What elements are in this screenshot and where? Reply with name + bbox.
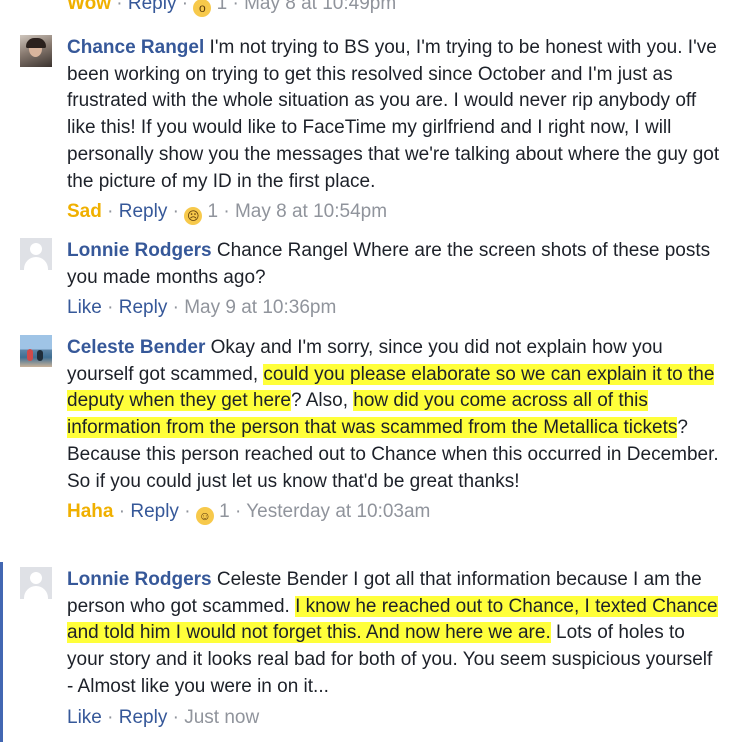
comment-actions: Like · Reply · May 9 at 10:36pm (67, 297, 337, 319)
reply-link[interactable]: Reply (119, 201, 168, 222)
reaction-count: 1 (216, 0, 228, 14)
timestamp[interactable]: May 8 at 10:49pm (244, 0, 396, 14)
reply-link[interactable]: Reply (119, 297, 168, 318)
comment-author[interactable]: Celeste Bender (67, 337, 205, 358)
reaction-count: 1 (207, 201, 219, 223)
reply-link[interactable]: Reply (130, 501, 179, 522)
comment-text: ? Also, (290, 390, 354, 412)
timestamp[interactable]: May 9 at 10:36pm (184, 297, 336, 318)
comment: Lonnie Rodgers Chance Rangel Where are t… (20, 238, 720, 321)
new-comment-indicator (0, 562, 3, 742)
haha-emoji-icon: ☺ (195, 507, 214, 526)
comment-body: Lonnie Rodgers Chance Rangel Where are t… (67, 238, 720, 291)
avatar[interactable] (20, 335, 52, 367)
comment-author[interactable]: Chance Rangel (67, 37, 204, 58)
comment-body: Chance Rangel I'm not trying to BS you, … (67, 35, 720, 195)
wow-emoji-icon: o (193, 0, 212, 17)
reaction-count: 1 (219, 501, 230, 523)
comment-author[interactable]: Lonnie Rodgers (67, 569, 212, 590)
comment-actions: Haha · Reply · ☺ 1 · Yesterday at 10:03a… (67, 501, 431, 526)
reply-link[interactable]: Reply (128, 0, 177, 14)
comment-actions: Sad · Reply · ☹ 1 · May 8 at 10:54pm (67, 201, 388, 226)
avatar[interactable] (20, 567, 52, 599)
comment: Celeste Bender Okay and I'm sorry, since… (20, 335, 720, 526)
comment-body: Lonnie Rodgers Celeste Bender I got all … (67, 567, 720, 701)
comment-actions-partial: Wow · Reply · o 1 · May 8 at 10:49pm (67, 0, 396, 17)
timestamp[interactable]: Yesterday at 10:03am (246, 501, 430, 522)
comment-text: I'm not trying to BS you, I'm trying to … (67, 37, 720, 192)
comment-body: Celeste Bender Okay and I'm sorry, since… (67, 335, 720, 495)
comment-actions: Like · Reply · Just now (67, 706, 260, 728)
reaction-wow[interactable]: Wow (67, 0, 111, 14)
reaction-sad[interactable]: Sad (67, 201, 102, 222)
timestamp[interactable]: May 8 at 10:54pm (235, 201, 387, 222)
reaction-haha[interactable]: Haha (67, 501, 113, 522)
comment: Lonnie Rodgers Celeste Bender I got all … (20, 567, 720, 731)
comment: Chance Rangel I'm not trying to BS you, … (20, 35, 720, 226)
avatar[interactable] (20, 238, 52, 270)
sad-emoji-icon: ☹ (184, 207, 203, 226)
avatar[interactable] (20, 35, 52, 67)
reply-link[interactable]: Reply (119, 707, 168, 728)
comment-author[interactable]: Lonnie Rodgers (67, 240, 212, 261)
timestamp[interactable]: Just now (184, 707, 259, 728)
like-link[interactable]: Like (67, 297, 102, 318)
like-link[interactable]: Like (67, 707, 102, 728)
